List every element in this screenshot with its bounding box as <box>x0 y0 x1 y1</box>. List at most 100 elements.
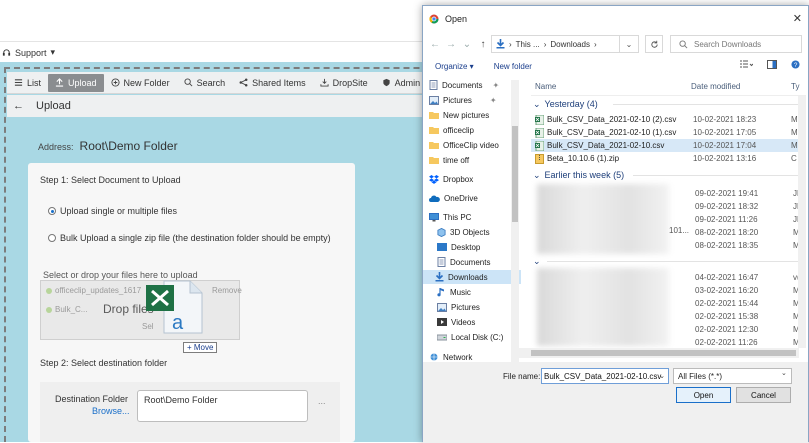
nav-scrollbar[interactable] <box>511 80 519 366</box>
file-row[interactable]: Beta_10.10.6 (1).zip 10-02-2021 13:16 C <box>531 152 801 165</box>
column-date-modified[interactable]: Date modified <box>691 82 791 91</box>
group-header-collapsed[interactable]: ⌄ <box>533 254 541 268</box>
file-type: C <box>791 154 797 163</box>
help-icon[interactable]: ? <box>791 60 800 69</box>
file-row[interactable]: 08-02-2021 18:20 M <box>693 226 803 239</box>
radio-single[interactable] <box>48 207 56 215</box>
organize-button[interactable]: Organize ▾ <box>435 62 474 71</box>
search-placeholder: Search Downloads <box>694 39 762 49</box>
nav-item-officeclip[interactable]: officeclip <box>429 123 474 137</box>
new-folder-button[interactable]: New folder <box>494 62 532 71</box>
toolbar-upload[interactable]: Upload <box>48 73 104 92</box>
music-icon <box>437 287 446 297</box>
nav-item-desktop[interactable]: Desktop <box>437 240 480 254</box>
pictures-icon <box>437 302 447 312</box>
chevron-down-icon[interactable]: ⌄ <box>459 39 475 50</box>
nav-item-local-disk[interactable]: Local Disk (C:) <box>437 330 503 344</box>
toolbar-new-folder[interactable]: New Folder <box>104 74 177 92</box>
refresh-button[interactable] <box>645 35 663 53</box>
close-icon[interactable]: ✕ <box>793 12 802 25</box>
support-menu[interactable]: Support ▾ <box>2 47 55 58</box>
file-row[interactable]: 08-02-2021 18:35 M <box>693 239 803 252</box>
chevron-down-icon[interactable]: ⌄ <box>657 369 667 383</box>
address-line: Address: Root\Demo Folder <box>38 139 178 153</box>
open-button[interactable]: Open <box>676 387 731 403</box>
file-row[interactable]: 04-02-2021 16:47 v( <box>693 271 803 284</box>
horizontal-scroll-thumb[interactable] <box>531 350 796 356</box>
file-list-scrollbar[interactable] <box>798 96 806 348</box>
radio-zip[interactable] <box>48 234 56 242</box>
file-date: 08-02-2021 18:20 <box>695 228 759 237</box>
crumb-downloads[interactable]: Downloads <box>550 40 590 49</box>
back-arrow-icon[interactable]: ← <box>13 100 24 112</box>
step1-label: Step 1: Select Document to Upload <box>40 175 181 185</box>
toolbar-shared-items-label: Shared Items <box>252 77 306 88</box>
radio-zip-row[interactable]: Bulk Upload a single zip file (the desti… <box>48 233 331 243</box>
status-dot-icon <box>46 287 52 294</box>
toolbar-shared-items[interactable]: Shared Items <box>232 74 313 92</box>
cancel-button[interactable]: Cancel <box>736 387 791 403</box>
nav-item-pictures-quick[interactable]: Pictures ✦ <box>429 93 497 107</box>
nav-item-pictures[interactable]: Pictures <box>437 300 480 314</box>
file-row[interactable]: 09-02-2021 18:32 JP <box>693 200 803 213</box>
group-header-yesterday[interactable]: ⌄ Yesterday (4) <box>533 97 598 111</box>
nav-item-videos[interactable]: Videos <box>437 315 475 329</box>
file-row[interactable]: 02-02-2021 15:44 M <box>693 297 803 310</box>
nav-item-new-pictures[interactable]: New pictures <box>429 108 489 122</box>
ghost-file-row: officeclip_updates_1617 <box>46 286 141 295</box>
toolbar-list[interactable]: List <box>7 74 48 92</box>
toolbar-dropsite[interactable]: DropSite <box>313 74 375 92</box>
view-options-icon[interactable] <box>739 60 753 69</box>
nav-item-downloads[interactable]: Downloads <box>423 270 521 284</box>
file-date: 08-02-2021 18:35 <box>695 241 759 250</box>
drag-excel-icon: a <box>142 275 210 337</box>
ghost-remove: Remove <box>212 286 242 295</box>
file-name: Bulk_CSV_Data_2021-02-10 (2).csv <box>547 115 677 124</box>
support-label: Support <box>15 47 47 58</box>
file-row[interactable]: 03-02-2021 16:20 M <box>693 284 803 297</box>
redacted-file-names <box>537 184 669 254</box>
toolbar-admin[interactable]: Admin <box>375 74 428 92</box>
nav-item-this-pc[interactable]: This PC <box>429 210 471 224</box>
nav-item-officeclip-video[interactable]: OfficeClip video <box>429 138 499 152</box>
nav-item-documents[interactable]: Documents <box>437 255 490 269</box>
pc-icon <box>429 212 439 222</box>
file-row-selected[interactable]: Bulk_CSV_Data_2021-02-10.csv 10-02-2021 … <box>531 139 801 152</box>
forward-icon[interactable]: → <box>443 39 459 50</box>
up-arrow-icon[interactable]: ↑ <box>475 39 491 50</box>
file-row[interactable]: 09-02-2021 19:41 JP <box>693 187 803 200</box>
back-icon[interactable]: ← <box>427 39 443 50</box>
file-row[interactable]: Bulk_CSV_Data_2021-02-10 (1).csv 10-02-2… <box>531 126 801 139</box>
radio-single-row[interactable]: Upload single or multiple files <box>48 206 177 216</box>
file-date: 10-02-2021 13:16 <box>693 154 757 163</box>
nav-item-dropbox[interactable]: Dropbox <box>429 172 473 186</box>
search-downloads-field[interactable]: Search Downloads <box>670 35 802 53</box>
toolbar-search[interactable]: Search <box>177 74 233 92</box>
nav-item-time-off[interactable]: time off <box>429 153 469 167</box>
breadcrumb[interactable]: › This ... › Downloads › <box>491 35 639 53</box>
nav-item-music[interactable]: Music <box>437 285 471 299</box>
file-row[interactable]: 09-02-2021 11:26 JP <box>693 213 803 226</box>
crumb-this-pc[interactable]: This ... <box>516 40 540 49</box>
destination-field[interactable]: Root\Demo Folder <box>137 390 308 422</box>
group-header-earlier[interactable]: ⌄ Earlier this week (5) <box>533 168 624 182</box>
nav-item-3d-objects[interactable]: 3D Objects <box>437 225 490 239</box>
nav-scroll-thumb[interactable] <box>512 126 518 222</box>
chevron-down-icon[interactable]: ⌄ <box>781 369 787 377</box>
destination-more[interactable]: ... <box>318 396 326 406</box>
file-row[interactable]: 02-02-2021 15:38 M <box>693 310 803 323</box>
preview-pane-icon[interactable] <box>767 60 777 69</box>
nav-item-documents-quick[interactable]: Documents ✦ <box>429 78 499 92</box>
desktop-icon <box>437 243 447 251</box>
file-name-input[interactable]: Bulk_CSV_Data_2021-02-10.csv <box>541 368 669 384</box>
partial-file-name: 101... <box>669 226 690 235</box>
file-row[interactable]: Bulk_CSV_Data_2021-02-10 (2).csv 10-02-2… <box>531 113 801 126</box>
file-type-select[interactable]: All Files (*.*) <box>673 368 792 384</box>
history-dropdown[interactable]: ⌄ <box>619 35 639 53</box>
group-label: Yesterday (4) <box>544 99 598 109</box>
file-row[interactable]: 02-02-2021 12:30 M <box>693 323 803 336</box>
column-name[interactable]: Name <box>531 82 691 91</box>
column-type[interactable]: Ty <box>791 82 799 91</box>
browse-link[interactable]: Browse... <box>92 406 130 416</box>
nav-item-onedrive[interactable]: OneDrive <box>429 191 478 205</box>
